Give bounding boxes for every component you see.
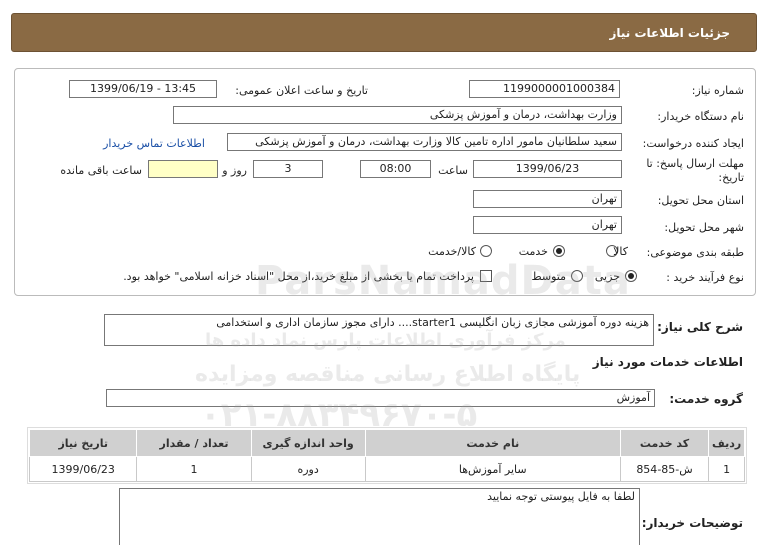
- remaining-hours-field[interactable]: [148, 160, 218, 178]
- description-label: شرح کلی نیاز:: [657, 320, 743, 334]
- process-minor-label: جزیی: [594, 270, 620, 283]
- cell-service-code: ش-85-854: [619, 456, 710, 482]
- city-field[interactable]: تهران: [473, 216, 622, 234]
- cell-need-date: 1399/06/23: [28, 456, 138, 482]
- column-header-quantity: تعداد / مقدار: [136, 429, 252, 457]
- category-goods-label: کالا: [613, 245, 628, 258]
- cell-row-number: 1: [708, 456, 745, 482]
- treasury-payment-note: پرداخت تمام یا بخشی از مبلغ خرید،از محل …: [123, 270, 474, 283]
- city-label: شهر محل تحویل:: [664, 221, 744, 234]
- deadline-time-label: ساعت: [438, 164, 468, 177]
- remaining-days-label: روز و: [222, 164, 247, 177]
- cell-service-name: سایر آموزش‌ها: [364, 456, 621, 482]
- treasury-payment-checkbox[interactable]: [480, 270, 492, 282]
- column-header-service-code: کد خدمت: [619, 429, 710, 457]
- page-title: جزئیات اطلاعات نیاز: [609, 26, 730, 40]
- table-row[interactable]: 1 ش-85-854 سایر آموزش‌ها دوره 1 1399/06/…: [28, 456, 745, 482]
- buyer-org-field[interactable]: وزارت بهداشت، درمان و آموزش پزشکی: [173, 106, 622, 124]
- page-title-bar: جزئیات اطلاعات نیاز: [11, 13, 757, 52]
- process-medium-label: متوسط: [531, 270, 566, 283]
- services-table-wrapper: ردیف کد خدمت نام خدمت واحد اندازه گیری ت…: [27, 427, 747, 484]
- announce-date-label: تاریخ و ساعت اعلان عمومی:: [235, 84, 368, 97]
- description-field[interactable]: هزینه دوره آموزشی مجازی زبان انگلیسی sta…: [104, 314, 654, 346]
- cell-quantity: 1: [136, 456, 252, 482]
- cell-unit: دوره: [250, 456, 366, 482]
- service-group-label: گروه خدمت:: [669, 392, 743, 406]
- services-section-title: اطلاعات خدمات مورد نیاز: [592, 355, 743, 369]
- announce-date-field[interactable]: 1399/06/19 - 13:45: [69, 80, 217, 98]
- column-header-unit: واحد اندازه گیری: [250, 429, 366, 457]
- deadline-time-field[interactable]: 08:00: [360, 160, 431, 178]
- process-minor-radio[interactable]: [625, 270, 637, 282]
- process-type-label: نوع فرآیند خرید :: [666, 271, 744, 284]
- buyer-org-label: نام دستگاه خریدار:: [657, 110, 744, 123]
- process-medium-radio[interactable]: [571, 270, 583, 282]
- requester-field[interactable]: سعید سلطانیان مامور اداره تامین کالا وزا…: [227, 133, 622, 151]
- buyer-contact-link[interactable]: اطلاعات تماس خریدار: [103, 137, 205, 150]
- buyer-notes-field[interactable]: لطفا به فایل پیوستی توجه نمایید: [119, 488, 640, 545]
- column-header-need-date: تاریخ نیاز: [28, 429, 138, 457]
- column-header-row-number: ردیف: [708, 429, 745, 457]
- province-label: استان محل تحویل:: [657, 194, 744, 207]
- need-number-field[interactable]: 1199000001000384: [469, 80, 620, 98]
- service-group-field[interactable]: آموزش: [106, 389, 655, 407]
- province-field[interactable]: تهران: [473, 190, 622, 208]
- watermark-line-2: پایگاه اطلاع رسانی مناقصه ومزایده: [195, 362, 581, 387]
- need-number-label: شماره نیاز:: [691, 84, 744, 97]
- requester-label: ایجاد کننده درخواست:: [642, 137, 744, 150]
- category-service-radio[interactable]: [553, 245, 565, 257]
- buyer-notes-label: توضیحات خریدار:: [641, 516, 743, 530]
- services-table: ردیف کد خدمت نام خدمت واحد اندازه گیری ت…: [28, 429, 745, 482]
- category-goods-service-radio[interactable]: [480, 245, 492, 257]
- deadline-date-field[interactable]: 1399/06/23: [473, 160, 622, 178]
- table-header-row: ردیف کد خدمت نام خدمت واحد اندازه گیری ت…: [28, 429, 745, 457]
- column-header-service-name: نام خدمت: [364, 429, 621, 457]
- category-goods-service-label: کالا/خدمت: [428, 245, 476, 258]
- category-label: طبقه بندی موضوعی:: [646, 246, 744, 259]
- category-service-label: خدمت: [518, 245, 548, 258]
- remaining-hours-label: ساعت باقی مانده: [60, 164, 142, 177]
- remaining-days-field[interactable]: 3: [253, 160, 323, 178]
- deadline-label: مهلت ارسال پاسخ: تا تاریخ:: [646, 157, 744, 184]
